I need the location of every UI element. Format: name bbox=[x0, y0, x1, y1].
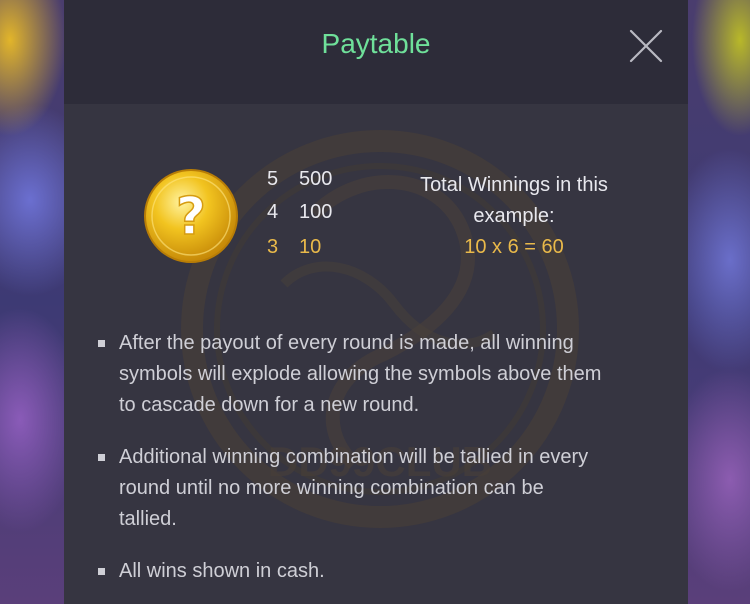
rule-line: round until no more winning combination … bbox=[119, 477, 544, 499]
pay-amount: 500 bbox=[299, 168, 333, 190]
rule-text: After the payout of every round is made,… bbox=[119, 328, 654, 421]
pay-amount: 10 bbox=[299, 236, 322, 258]
rule-line: Additional winning combination will be t… bbox=[119, 446, 589, 468]
example-line-2: example: bbox=[473, 205, 555, 227]
bullet-icon bbox=[98, 454, 105, 461]
dialog-header: Paytable bbox=[64, 0, 688, 104]
close-icon[interactable] bbox=[629, 29, 663, 63]
pay-count: 4 bbox=[267, 201, 279, 223]
rule-line: All wins shown in cash. bbox=[119, 560, 325, 582]
rule-line: After the payout of every round is made,… bbox=[119, 332, 574, 354]
svg-text:?: ? bbox=[176, 187, 206, 247]
paytable-dialog: Paytable DD99CLUB ? 5 500 4 100 3 10 Tot… bbox=[64, 0, 688, 604]
rule-line: tallied. bbox=[119, 508, 177, 530]
paytable-content: DD99CLUB ? 5 500 4 100 3 10 Total Winnin… bbox=[64, 104, 688, 604]
dialog-title: Paytable bbox=[321, 28, 431, 59]
example-line-1: Total Winnings in this bbox=[420, 174, 608, 196]
pay-count: 5 bbox=[267, 168, 279, 190]
pay-count: 3 bbox=[267, 236, 279, 258]
pay-amount: 100 bbox=[299, 201, 333, 223]
bullet-icon bbox=[98, 568, 105, 575]
rule-line: symbols will explode allowing the symbol… bbox=[119, 363, 602, 385]
rule-line: to cascade down for a new round. bbox=[119, 394, 420, 416]
question-mark-coin-icon: ? bbox=[144, 169, 238, 263]
rule-text: All wins shown in cash. bbox=[119, 556, 654, 587]
example-formula: 10 x 6 = 60 bbox=[464, 236, 564, 258]
bullet-icon bbox=[98, 340, 105, 347]
rule-text: Additional winning combination will be t… bbox=[119, 442, 654, 535]
winnings-example: Total Winnings in this example: 10 x 6 =… bbox=[394, 170, 634, 263]
